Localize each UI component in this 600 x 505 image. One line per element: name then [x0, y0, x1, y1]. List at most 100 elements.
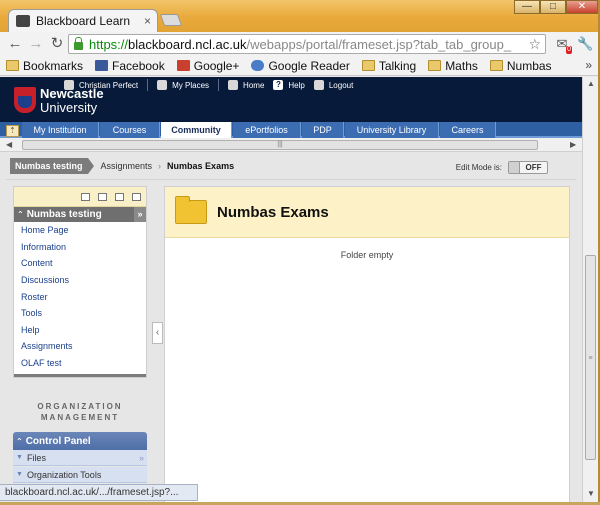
- reload-icon[interactable]: ↻: [48, 35, 66, 53]
- home-link[interactable]: Home: [228, 80, 264, 90]
- course-menu-title: Numbas testing: [26, 209, 102, 220]
- control-panel-item-label: Files: [26, 452, 46, 463]
- my-places-link[interactable]: My Places: [157, 80, 209, 90]
- bookmark-label: Maths: [445, 58, 478, 73]
- course-menu-item-information[interactable]: Information: [14, 239, 146, 256]
- scrollbar-thumb[interactable]: |||: [22, 140, 538, 150]
- bookmark-star-icon[interactable]: ☆: [528, 36, 541, 53]
- divider: [218, 79, 220, 91]
- scroll-up-icon[interactable]: ▲: [587, 79, 595, 88]
- bookmark-numbas[interactable]: Numbas: [489, 58, 552, 73]
- course-menu-header[interactable]: ⌃ Numbas testing »: [14, 207, 146, 222]
- forward-arrow-icon[interactable]: →: [27, 35, 45, 53]
- scrollbar-thumb[interactable]: ≡: [585, 255, 596, 460]
- user-icon: [64, 80, 74, 90]
- vertical-scrollbar[interactable]: ▲ ≡ ▼: [582, 77, 598, 502]
- browser-title-bar: Blackboard Learn × — □ ✕: [0, 0, 600, 32]
- edit-mode: Edit Mode is: OFF: [456, 161, 548, 174]
- maximize-button[interactable]: □: [540, 0, 566, 14]
- minimize-button[interactable]: —: [514, 0, 540, 14]
- course-menu-item-assignments[interactable]: Assignments: [14, 338, 146, 355]
- folder-icon: [428, 60, 442, 71]
- collapse-icon: ⌃: [17, 210, 24, 219]
- url-scheme: https://: [89, 36, 129, 52]
- logout-link[interactable]: Logout: [313, 80, 354, 90]
- folder-view-icon[interactable]: [98, 192, 107, 201]
- breadcrumb-item[interactable]: Assignments: [101, 161, 153, 171]
- course-menu-item-roster[interactable]: Roster: [14, 288, 146, 305]
- browser-tab[interactable]: Blackboard Learn ×: [8, 9, 158, 32]
- bookmark-maths[interactable]: Maths: [428, 59, 478, 73]
- course-menu-item-home-page[interactable]: Home Page: [14, 222, 146, 239]
- scroll-down-icon[interactable]: ▼: [587, 489, 595, 498]
- close-tab-icon[interactable]: ×: [144, 14, 151, 28]
- course-menu: ⌃ Numbas testing » Home Page Information…: [13, 186, 147, 378]
- control-panel-header[interactable]: ⌃ Control Panel: [13, 432, 147, 450]
- bookmark-google-reader[interactable]: Google Reader: [251, 59, 350, 73]
- organization-management-heading: ORGANIZATION MANAGEMENT: [13, 401, 147, 423]
- collapse-icon: ⌃: [16, 436, 23, 446]
- tab-university-library[interactable]: University Library: [345, 122, 439, 138]
- help-link[interactable]: ? Help: [273, 80, 305, 90]
- course-menu-item-olaf-test[interactable]: OLAF test: [14, 355, 146, 372]
- horizontal-scrollbar[interactable]: ◀ ||| ▶: [0, 138, 582, 152]
- tab-careers[interactable]: Careers: [440, 122, 496, 138]
- back-arrow-icon[interactable]: ←: [6, 35, 24, 53]
- address-bar[interactable]: https:// blackboard.ncl.ac.uk /webapps/p…: [68, 34, 546, 54]
- google-reader-icon: [251, 60, 265, 71]
- bookmark-label: Facebook: [112, 58, 165, 73]
- home-icon: [228, 80, 239, 90]
- bookmark-facebook[interactable]: Facebook: [95, 59, 165, 73]
- folder-icon: [489, 60, 503, 71]
- pin-icon[interactable]: [132, 192, 141, 201]
- folder-icon: [6, 60, 19, 71]
- wrench-icon[interactable]: 🔧: [577, 36, 593, 52]
- module-tab-bar: ⇡ My Institution Courses Community ePort…: [0, 122, 582, 139]
- tab-eportfolios[interactable]: ePortfolios: [233, 122, 301, 138]
- more-options-icon[interactable]: »: [134, 207, 146, 222]
- more-options-icon[interactable]: »: [139, 453, 144, 463]
- course-menu-item-discussions[interactable]: Discussions: [14, 272, 146, 289]
- edit-mode-toggle[interactable]: OFF: [508, 161, 548, 174]
- bookmark-bookmarks[interactable]: Bookmarks: [6, 59, 83, 73]
- scroll-left-icon[interactable]: ◀: [6, 140, 12, 149]
- course-menu-item-help[interactable]: Help: [14, 322, 146, 339]
- scroll-right-icon[interactable]: ▶: [570, 140, 576, 149]
- control-panel-item-organization-tools[interactable]: ▼ Organization Tools: [13, 467, 147, 483]
- breadcrumb-current: Numbas Exams: [167, 160, 235, 171]
- lock-icon: [74, 37, 83, 50]
- breadcrumb-course[interactable]: Numbas testing: [10, 157, 88, 174]
- bookmark-google-plus[interactable]: Google+: [176, 59, 239, 73]
- org-heading-line-2: MANAGEMENT: [40, 413, 120, 422]
- control-panel-title: Control Panel: [25, 435, 91, 447]
- extension-icon[interactable]: ✉ 0: [554, 36, 572, 54]
- tab-title: Blackboard Learn: [36, 14, 131, 28]
- close-window-button[interactable]: ✕: [566, 0, 598, 14]
- tab-pdp[interactable]: PDP: [302, 122, 344, 138]
- home-label: Home: [243, 80, 265, 90]
- page-title: Numbas Exams: [217, 203, 329, 221]
- user-name: Christian Perfect: [64, 80, 138, 90]
- tab-courses[interactable]: Courses: [100, 122, 160, 138]
- breadcrumb-separator: ›: [158, 160, 162, 171]
- course-menu-item-tools[interactable]: Tools: [14, 305, 146, 322]
- content-area: Numbas testing Assignments › Numbas Exam…: [0, 152, 582, 502]
- toggle-knob: [509, 162, 520, 173]
- tab-community[interactable]: Community: [161, 122, 232, 139]
- bookmark-label: Numbas: [506, 58, 552, 73]
- course-menu-item-content[interactable]: Content: [14, 255, 146, 272]
- new-tab-button[interactable]: [159, 14, 183, 26]
- logout-label: Logout: [328, 80, 354, 90]
- tab-my-institution[interactable]: My Institution: [22, 122, 99, 138]
- menu-view-icon[interactable]: [81, 192, 90, 201]
- collapse-menu-handle-icon[interactable]: ‹: [152, 322, 163, 344]
- frame-toggle-icon[interactable]: ⇡: [6, 125, 19, 137]
- course-menu-toolbar: [14, 187, 146, 207]
- site-header: Newcastle University Christian Perfect M…: [0, 77, 582, 122]
- new-window-icon[interactable]: [115, 192, 124, 201]
- help-icon: ?: [273, 80, 284, 90]
- more-bookmarks-icon[interactable]: »: [585, 58, 592, 72]
- control-panel-item-files[interactable]: ▼ Files »: [13, 450, 147, 466]
- edit-mode-label: Edit Mode is:: [455, 163, 502, 172]
- bookmark-talking[interactable]: Talking: [361, 59, 416, 73]
